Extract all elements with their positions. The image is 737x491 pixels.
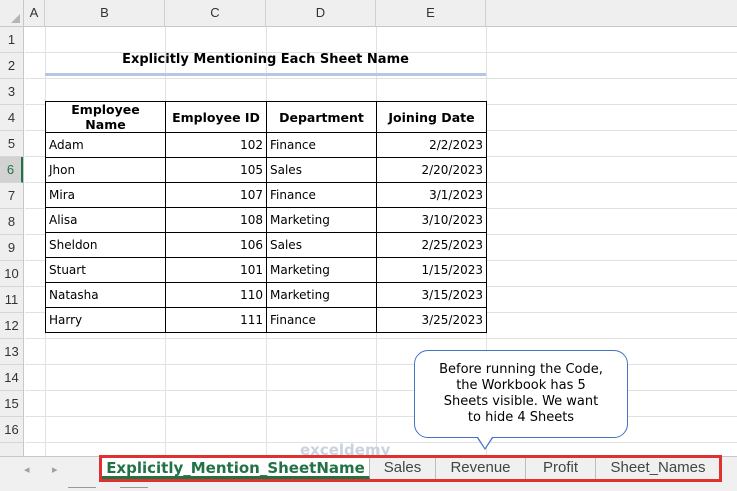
column-header-d[interactable]: D — [266, 0, 376, 26]
title-underline — [45, 73, 486, 76]
cell-name[interactable]: Alisa — [45, 207, 166, 233]
cell-id[interactable]: 106 — [165, 232, 267, 258]
row-header[interactable]: 16 — [0, 417, 23, 443]
cell-name[interactable]: Sheldon — [45, 232, 166, 258]
sheet-tabs-highlight — [99, 455, 722, 482]
cell-name[interactable]: Harry — [45, 307, 166, 333]
cell-name[interactable]: Jhon — [45, 157, 166, 183]
row-header[interactable]: 9 — [0, 235, 23, 261]
cell-name[interactable]: Stuart — [45, 257, 166, 283]
header-department[interactable]: Department — [266, 101, 377, 133]
cell-department[interactable]: Marketing — [266, 282, 377, 308]
row-header[interactable]: 2 — [0, 53, 23, 79]
column-header-e[interactable]: E — [376, 0, 486, 26]
table-row: Alisa 108 Marketing 3/10/2023 — [45, 207, 487, 233]
row-header[interactable]: 3 — [0, 79, 23, 105]
row-header[interactable]: 11 — [0, 287, 23, 313]
header-employee-id[interactable]: Employee ID — [165, 101, 267, 133]
cell-name[interactable]: Natasha — [45, 282, 166, 308]
cell-department[interactable]: Sales — [266, 157, 377, 183]
table-row: Natasha 110 Marketing 3/15/2023 — [45, 282, 487, 308]
cell-date[interactable]: 3/15/2023 — [376, 282, 487, 308]
cell-department[interactable]: Finance — [266, 307, 377, 333]
column-header-c[interactable]: C — [165, 0, 266, 26]
select-all-icon — [11, 14, 20, 23]
table-header-row: Employee Name Employee ID Department Joi… — [45, 101, 487, 133]
header-employee-name[interactable]: Employee Name — [45, 101, 166, 133]
row-header[interactable]: 14 — [0, 365, 23, 391]
sheet-title: Explicitly Mentioning Each Sheet Name — [122, 52, 409, 67]
row-header[interactable]: 7 — [0, 183, 23, 209]
header-joining-date[interactable]: Joining Date — [376, 101, 487, 133]
scroll-left-icon[interactable]: ◂ — [24, 463, 30, 476]
callout-line: Sheets visible. We want — [443, 394, 599, 409]
row-header[interactable]: 12 — [0, 313, 23, 339]
cell-department[interactable]: Marketing — [266, 207, 377, 233]
callout-line: the Workbook has 5 — [456, 378, 586, 393]
cell-date[interactable]: 1/15/2023 — [376, 257, 487, 283]
cell-date[interactable]: 2/25/2023 — [376, 232, 487, 258]
cell-date[interactable]: 3/1/2023 — [376, 182, 487, 208]
callout-line: to hide 4 Sheets — [467, 410, 575, 425]
cell-date[interactable]: 3/25/2023 — [376, 307, 487, 333]
column-header-bar: A B C D E — [0, 0, 737, 27]
row-header[interactable]: 13 — [0, 339, 23, 365]
cell-department[interactable]: Finance — [266, 132, 377, 158]
column-header-a[interactable]: A — [24, 0, 45, 26]
select-all-corner[interactable] — [0, 0, 24, 26]
row-header-selected[interactable]: 6 — [0, 157, 23, 183]
row-header-column: 1 2 3 4 5 6 7 8 9 10 11 12 13 14 15 16 — [0, 27, 24, 456]
table-row: Jhon 105 Sales 2/20/2023 — [45, 157, 487, 183]
cell-department[interactable]: Marketing — [266, 257, 377, 283]
callout-line: Before running the Code, — [439, 362, 603, 377]
cell-id[interactable]: 110 — [165, 282, 267, 308]
cell-date[interactable]: 2/2/2023 — [376, 132, 487, 158]
cell-department[interactable]: Finance — [266, 182, 377, 208]
cell-date[interactable]: 2/20/2023 — [376, 157, 487, 183]
row-header[interactable]: 1 — [0, 27, 23, 53]
cell-id[interactable]: 111 — [165, 307, 267, 333]
cell-id[interactable]: 105 — [165, 157, 267, 183]
table-row: Stuart 101 Marketing 1/15/2023 — [45, 257, 487, 283]
row-header[interactable]: 10 — [0, 261, 23, 287]
cell-id[interactable]: 108 — [165, 207, 267, 233]
table-row: Sheldon 106 Sales 2/25/2023 — [45, 232, 487, 258]
row-header[interactable]: 4 — [0, 105, 23, 131]
table-row: Adam 102 Finance 2/2/2023 — [45, 132, 487, 158]
table-row: Harry 111 Finance 3/25/2023 — [45, 307, 487, 333]
scroll-right-icon[interactable]: ▸ — [52, 463, 58, 476]
cell-name[interactable]: Mira — [45, 182, 166, 208]
cell-id[interactable]: 107 — [165, 182, 267, 208]
cell-department[interactable]: Sales — [266, 232, 377, 258]
table-row: Mira 107 Finance 3/1/2023 — [45, 182, 487, 208]
cell-id[interactable]: 101 — [165, 257, 267, 283]
cell-date[interactable]: 3/10/2023 — [376, 207, 487, 233]
callout-bubble: Before running the Code, the Workbook ha… — [414, 350, 628, 438]
column-header-b[interactable]: B — [45, 0, 165, 26]
row-header[interactable]: 8 — [0, 209, 23, 235]
row-header[interactable]: 15 — [0, 391, 23, 417]
cell-id[interactable]: 102 — [165, 132, 267, 158]
employee-table: Employee Name Employee ID Department Joi… — [45, 101, 487, 333]
horizontal-scrollbar[interactable] — [60, 484, 737, 491]
cell-name[interactable]: Adam — [45, 132, 166, 158]
row-header[interactable]: 5 — [0, 131, 23, 157]
